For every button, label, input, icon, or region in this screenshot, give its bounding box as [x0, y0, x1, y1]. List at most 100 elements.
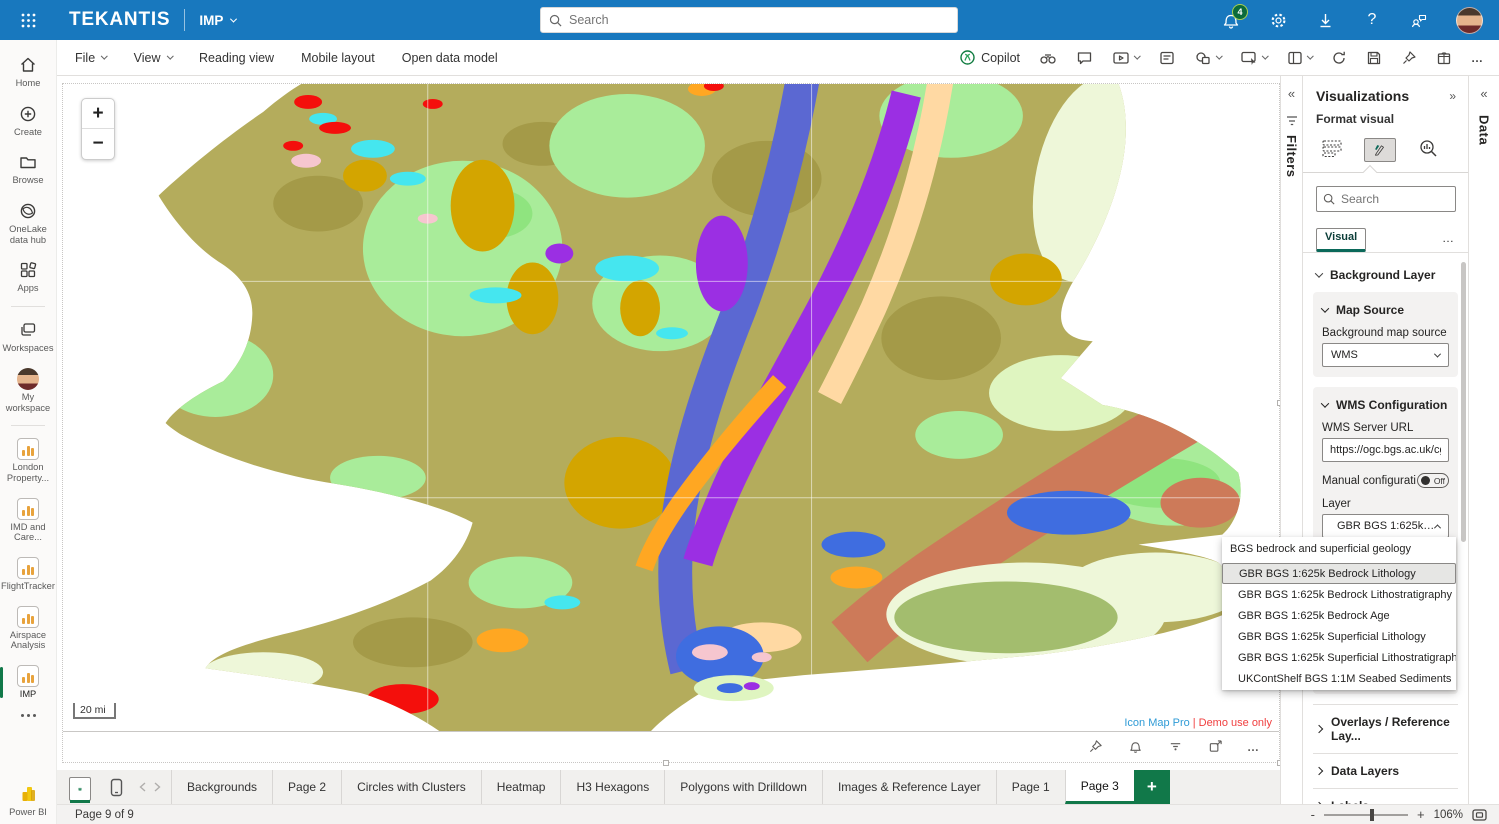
- present-button[interactable]: [1112, 50, 1140, 66]
- sidebar-item-home[interactable]: Home: [0, 50, 56, 93]
- format-visual-tab[interactable]: [1364, 138, 1396, 162]
- icon-map-visual[interactable]: + − 20 mi Icon Map Pro|Demo use only …: [62, 83, 1280, 763]
- menu-reading-view[interactable]: Reading view: [199, 51, 274, 65]
- add-page-button[interactable]: +: [1134, 770, 1170, 804]
- comments-button[interactable]: [1076, 50, 1093, 66]
- expand-filters-icon[interactable]: «: [1288, 86, 1295, 101]
- notes-button[interactable]: [1159, 50, 1175, 66]
- tab-visual[interactable]: Visual: [1316, 228, 1366, 252]
- fit-to-page-icon[interactable]: [1472, 809, 1487, 821]
- user-avatar[interactable]: [1456, 7, 1483, 34]
- collapse-visualizations-icon[interactable]: »: [1449, 89, 1456, 103]
- icon-map-pro-link[interactable]: Icon Map Pro: [1124, 717, 1189, 729]
- section-data-layers[interactable]: Data Layers: [1313, 753, 1458, 788]
- section-background-layer[interactable]: Background Layer: [1313, 259, 1458, 291]
- page-tab-h3-hexagons[interactable]: H3 Hexagons: [560, 770, 664, 804]
- format-search-input[interactable]: [1341, 192, 1449, 206]
- format-tabs-more-button[interactable]: …: [1442, 231, 1455, 252]
- sidebar-item-browse[interactable]: Browse: [0, 147, 56, 190]
- wms-server-url-input[interactable]: [1322, 438, 1449, 462]
- layer-option[interactable]: UKContShelf BGS 1:1M Seabed Sediments: [1222, 668, 1456, 689]
- brand-logo[interactable]: TEKANTIS: [69, 9, 170, 31]
- web-view-button[interactable]: [69, 777, 91, 801]
- build-visual-tab[interactable]: [1316, 134, 1348, 162]
- next-page-arrow[interactable]: [154, 782, 161, 792]
- visual-gallery-button[interactable]: [1436, 50, 1452, 66]
- pin-visual-button[interactable]: [1087, 739, 1103, 755]
- zoom-slider[interactable]: [1324, 814, 1408, 816]
- page-tab-polygons-with-drilldown[interactable]: Polygons with Drilldown: [664, 770, 822, 804]
- section-overlays-reference-layers[interactable]: Overlays / Reference Lay...: [1313, 704, 1458, 753]
- settings-button[interactable]: [1268, 10, 1288, 30]
- save-button[interactable]: [1366, 50, 1382, 66]
- page-tab-circles-with-clusters[interactable]: Circles with Clusters: [341, 770, 481, 804]
- layer-option[interactable]: GBR BGS 1:625k Superficial Lithology: [1222, 626, 1456, 647]
- page-tab-page-2[interactable]: Page 2: [272, 770, 341, 804]
- spotlight-button[interactable]: [1039, 50, 1057, 66]
- layer-option[interactable]: GBR BGS 1:625k Bedrock Lithostratigraphy: [1222, 584, 1456, 605]
- ribbon-more-button[interactable]: …: [1471, 51, 1485, 65]
- zoom-out-button[interactable]: −: [82, 129, 114, 159]
- zoom-slider-thumb[interactable]: [1370, 809, 1374, 821]
- wms-configuration-header[interactable]: WMS Configuration: [1322, 396, 1449, 412]
- sidebar-item-power-bi[interactable]: Power BI: [0, 779, 56, 822]
- menu-view[interactable]: View: [134, 51, 172, 65]
- zoom-in-button[interactable]: +: [1417, 807, 1425, 822]
- sidebar-item-flighttracker[interactable]: FlightTracker: [0, 553, 56, 596]
- waffle-menu-icon[interactable]: [0, 13, 57, 28]
- pane-scrollbar[interactable]: [1461, 262, 1466, 542]
- menu-file[interactable]: File: [75, 51, 107, 65]
- data-pane-label[interactable]: Data: [1477, 115, 1492, 145]
- background-map-source-select[interactable]: WMS: [1322, 343, 1449, 367]
- sidebar-item-imd-and-care[interactable]: IMD and Care...: [0, 494, 56, 547]
- visual-more-options-button[interactable]: …: [1247, 740, 1261, 754]
- sidebar-item-onelake[interactable]: OneLake data hub: [0, 196, 56, 249]
- filters-pane-label[interactable]: Filters: [1284, 135, 1299, 178]
- pane-layout-button[interactable]: [1287, 50, 1313, 66]
- shapes-button[interactable]: [1194, 50, 1222, 66]
- page-tab-page-3[interactable]: Page 3: [1065, 770, 1134, 804]
- app-switcher[interactable]: IMP: [199, 13, 236, 28]
- focus-mode-button[interactable]: [1207, 739, 1223, 755]
- refresh-button[interactable]: [1331, 50, 1347, 66]
- layer-select[interactable]: GBR BGS 1:625k Be...: [1322, 514, 1449, 538]
- layer-option[interactable]: GBR BGS 1:625k Superficial Lithostratigr…: [1222, 647, 1456, 668]
- sidebar-item-create[interactable]: Create: [0, 99, 56, 142]
- prev-page-arrow[interactable]: [139, 782, 146, 792]
- feedback-button[interactable]: [1409, 10, 1429, 30]
- map-area[interactable]: + − 20 mi Icon Map Pro|Demo use only: [63, 84, 1279, 732]
- sidebar-item-workspaces[interactable]: Workspaces: [0, 315, 56, 358]
- sidebar-item-airspace-analysis[interactable]: Airspace Analysis: [0, 602, 56, 655]
- menu-mobile-layout[interactable]: Mobile layout: [301, 51, 375, 65]
- page-tab-heatmap[interactable]: Heatmap: [481, 770, 561, 804]
- analytics-tab[interactable]: [1412, 134, 1444, 162]
- sidebar-item-my-workspace[interactable]: My workspace: [0, 364, 56, 417]
- notifications-button[interactable]: 4: [1221, 10, 1241, 30]
- sidebar-item-apps[interactable]: Apps: [0, 255, 56, 298]
- global-search-input[interactable]: [569, 13, 949, 27]
- page-tab-images-reference-layer[interactable]: Images & Reference Layer: [822, 770, 996, 804]
- page-tab-page-1[interactable]: Page 1: [996, 770, 1065, 804]
- zoom-out-button[interactable]: -: [1311, 807, 1315, 822]
- page-tab-backgrounds[interactable]: Backgrounds: [171, 770, 272, 804]
- expand-data-icon[interactable]: «: [1480, 86, 1487, 101]
- map-source-header[interactable]: Map Source: [1322, 301, 1449, 317]
- copilot-button[interactable]: Copilot: [959, 49, 1020, 66]
- view-mode-button[interactable]: [1240, 50, 1268, 66]
- sidebar-item-london-property[interactable]: London Property...: [0, 434, 56, 487]
- layer-option[interactable]: GBR BGS 1:625k Bedrock Age: [1222, 605, 1456, 626]
- manual-configuration-toggle[interactable]: Off: [1417, 473, 1449, 488]
- zoom-in-button[interactable]: +: [82, 99, 114, 129]
- mobile-view-button[interactable]: [105, 776, 127, 798]
- filters-applied-button[interactable]: [1167, 739, 1183, 755]
- download-button[interactable]: [1315, 10, 1335, 30]
- help-button[interactable]: ?: [1362, 10, 1382, 30]
- alerts-button[interactable]: [1127, 739, 1143, 755]
- resize-handle[interactable]: [663, 760, 669, 766]
- layer-option[interactable]: GBR BGS 1:625k Bedrock Lithology: [1222, 563, 1456, 584]
- menu-open-data-model[interactable]: Open data model: [402, 51, 498, 65]
- sidebar-more-icon[interactable]: [21, 714, 36, 717]
- sidebar-item-imp[interactable]: IMP: [0, 661, 56, 704]
- layer-option-group[interactable]: BGS bedrock and superficial geology: [1222, 538, 1456, 559]
- pin-button[interactable]: [1401, 50, 1417, 66]
